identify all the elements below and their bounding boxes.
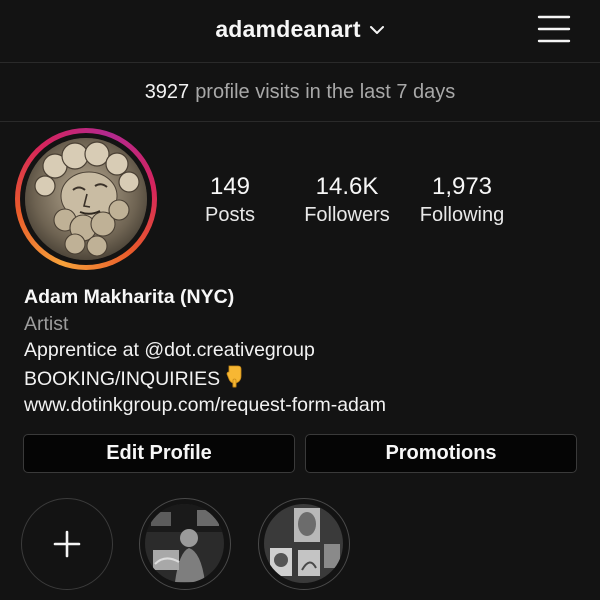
username[interactable]: adamdeanart — [215, 16, 360, 43]
posts-count: 149 — [209, 173, 251, 200]
profile-screen: adamdeanart 3927 profile visits in the l… — [0, 0, 600, 600]
profile-visits-banner[interactable]: 3927 profile visits in the last 7 days — [0, 63, 600, 122]
visits-text: profile visits in the last 7 days — [195, 80, 456, 103]
category-label: Artist — [24, 312, 69, 335]
bio-apprentice-text[interactable]: Apprentice at @dot.creativegroup — [24, 339, 315, 361]
followers-label: Followers — [304, 204, 390, 226]
story-highlight-2[interactable] — [258, 498, 350, 590]
avatar-story-ring[interactable] — [15, 128, 157, 270]
story-highlight-1[interactable] — [139, 498, 231, 590]
profile-bio: Adam Makharita (NYC) Artist Apprentice a… — [24, 284, 584, 419]
bio-line-booking: BOOKING/INQUIRIES — [24, 364, 584, 393]
visits-count: 3927 — [144, 80, 190, 103]
new-highlight-button[interactable] — [21, 498, 113, 590]
bio-link[interactable]: www.dotinkgroup.com/request-form-adam — [24, 392, 584, 419]
profile-photo-statue-icon — [25, 138, 147, 260]
pointing-down-emoji-icon — [226, 365, 242, 387]
hamburger-menu-icon[interactable] — [537, 14, 571, 44]
highlight-2-thumbnail — [264, 504, 343, 583]
posts-label: Posts — [204, 204, 256, 226]
following-label: Following — [419, 204, 505, 226]
bio-booking-text: BOOKING/INQUIRIES — [24, 367, 221, 390]
bio-link-text[interactable]: www.dotinkgroup.com/request-form-adam — [24, 394, 386, 416]
edit-profile-button[interactable]: Edit Profile — [23, 434, 295, 473]
avatar[interactable] — [25, 138, 147, 260]
following-count: 1,973 — [431, 173, 493, 200]
display-name: Adam Makharita (NYC) — [24, 286, 235, 308]
account-switcher[interactable]: adamdeanart — [0, 16, 600, 43]
promotions-button[interactable]: Promotions — [305, 434, 577, 473]
top-bar: adamdeanart — [0, 0, 600, 63]
posts-stat[interactable]: 149 Posts — [190, 172, 270, 228]
following-stat[interactable]: 1,973 Following — [410, 172, 514, 228]
bio-line-apprentice: Apprentice at @dot.creativegroup — [24, 337, 584, 364]
followers-stat[interactable]: 14.6K Followers — [295, 172, 399, 228]
plus-icon — [53, 530, 81, 558]
chevron-down-icon[interactable] — [369, 24, 385, 36]
followers-count: 14.6K — [315, 173, 379, 200]
highlight-1-thumbnail — [145, 504, 224, 583]
